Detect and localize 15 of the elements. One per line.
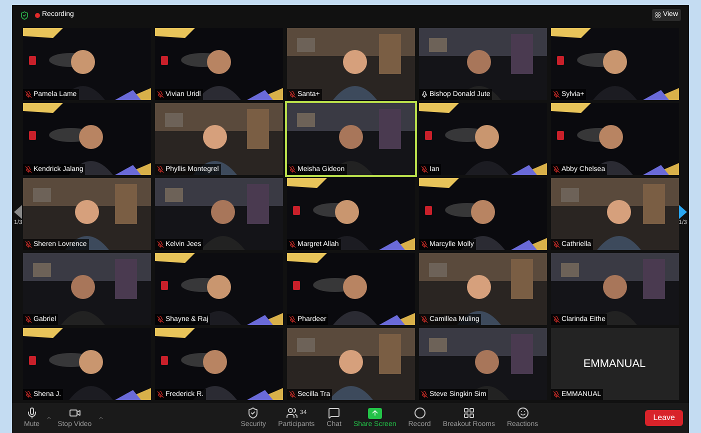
record-icon bbox=[414, 407, 426, 419]
participant-display-name: EMMANUAL bbox=[583, 356, 646, 372]
grid-icon bbox=[462, 407, 475, 419]
people-icon bbox=[286, 407, 298, 419]
microphone-icon bbox=[26, 407, 38, 419]
shield-icon bbox=[20, 10, 29, 20]
chat-bubble-icon bbox=[328, 407, 340, 419]
shield-icon bbox=[247, 407, 260, 419]
video-camera-icon bbox=[68, 407, 81, 419]
caret-icon[interactable] bbox=[46, 415, 52, 421]
caret-icon[interactable] bbox=[98, 415, 104, 421]
share-screen-icon bbox=[368, 408, 382, 418]
grid-icon bbox=[654, 12, 661, 18]
leave-button[interactable]: Leave bbox=[645, 410, 683, 426]
smiley-icon bbox=[516, 407, 529, 419]
